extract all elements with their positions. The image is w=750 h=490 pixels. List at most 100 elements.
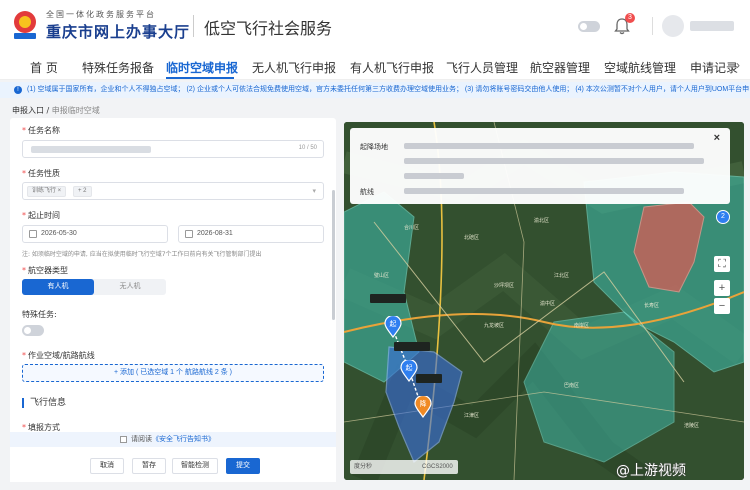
nav-scroll-right-icon[interactable]: › <box>736 58 740 72</box>
flight-info-section-title: 飞行信息 <box>22 398 66 408</box>
agreement-checkbox[interactable] <box>120 436 127 443</box>
place-label: 南岸区 <box>574 323 590 329</box>
popup-airport-value-redacted <box>404 158 704 164</box>
place-label: 长寿区 <box>644 303 660 309</box>
aircraft-type-uav[interactable]: 无人机 <box>94 279 166 295</box>
header: 全国一体化政务服务平台 重庆市网上办事大厅 低空飞行社会服务 3 <box>0 0 750 52</box>
place-label: 巴南区 <box>564 383 580 389</box>
theme-toggle[interactable] <box>578 21 600 32</box>
chevron-down-icon: ▾ <box>312 188 316 195</box>
submit-button[interactable]: 提交 <box>226 458 260 474</box>
header-separator <box>652 17 653 35</box>
close-icon[interactable]: × <box>714 132 720 144</box>
nav-special-task[interactable]: 特殊任务报备 <box>82 59 154 76</box>
end-date-input[interactable]: 2026-08-31 <box>178 225 324 243</box>
task-name-input[interactable]: 10 / 50 <box>22 140 324 158</box>
calendar-icon <box>185 230 193 238</box>
add-airspace-button[interactable]: + 添加 ( 已选空域 1 个 航路航线 2 条 ) <box>22 364 324 382</box>
nav-airspace-route[interactable]: 空域航线管理 <box>604 59 676 76</box>
task-type-select[interactable]: 训练飞行 × + 2 ▾ <box>22 182 324 200</box>
zoom-in-button[interactable]: + <box>714 280 730 296</box>
nav-manned-flight[interactable]: 有人机飞行申报 <box>350 59 434 76</box>
popup-airport-value-redacted <box>404 173 464 179</box>
notice-bar: ! (1) 空域属于国家所有，企业和个人不得独占空域； (2) 企业或个人可依法… <box>0 82 750 98</box>
nav-personnel[interactable]: 飞行人员管理 <box>446 59 518 76</box>
breadcrumb-current: 申报临时空域 <box>51 106 100 115</box>
place-label: 江津区 <box>464 413 480 419</box>
nav-active-indicator <box>166 77 234 79</box>
smart-check-button[interactable]: 智能检测 <box>172 458 218 474</box>
takeoff-pin-label: 起 <box>389 321 397 328</box>
info-icon: ! <box>14 86 22 94</box>
calendar-icon <box>29 230 37 238</box>
logo-subtitle: 全国一体化政务服务平台 <box>46 10 156 19</box>
zoom-out-button[interactable]: − <box>714 298 730 314</box>
nav-temp-airspace[interactable]: 临时空域申报 <box>166 59 238 76</box>
breadcrumb-root[interactable]: 申报入口 <box>12 106 44 115</box>
place-label: 合川区 <box>404 225 420 231</box>
coord-format-select[interactable]: 度分秒 <box>354 460 372 474</box>
period-label: * 起止时间 <box>22 211 60 220</box>
aircraft-type-segmented: 有人机 无人机 <box>22 279 166 295</box>
task-name-label: * 任务名称 <box>22 126 60 135</box>
cluster-badge[interactable]: 2 <box>716 210 730 224</box>
start-date-input[interactable]: 2026-05-30 <box>22 225 168 243</box>
task-type-more-tag: + 2 <box>73 186 92 197</box>
notification-badge: 3 <box>625 13 635 23</box>
special-task-toggle[interactable] <box>22 325 44 336</box>
popup-route-label: 航线 <box>360 188 374 196</box>
nav-uav-flight[interactable]: 无人机飞行申报 <box>252 59 336 76</box>
watermark: @上游视频 <box>616 463 686 479</box>
aircraft-type-manned[interactable]: 有人机 <box>22 279 94 295</box>
form-scrollbar[interactable] <box>332 190 335 320</box>
aircraft-type-label: * 航空器类型 <box>22 266 68 275</box>
period-hint: 注: 如须临时空域的申请, 应当在拟使用临时飞行空域7个工作日前向有关飞行管制部… <box>22 251 262 258</box>
fullscreen-icon[interactable]: ⛶ <box>714 256 730 272</box>
agreement-bar: 请阅读《安全飞行告知书》 <box>10 432 336 447</box>
nav-records[interactable]: 申请记录 <box>690 59 738 76</box>
breadcrumb-separator: / <box>44 106 52 115</box>
takeoff-pin-label: 起 <box>405 365 413 372</box>
special-task-label: 特殊任务: <box>22 310 57 319</box>
agreement-link[interactable]: 《安全飞行告知书》 <box>152 436 215 443</box>
map-info-popup: × 起降场地 航线 <box>350 128 730 204</box>
place-label: 北碚区 <box>464 235 480 241</box>
save-draft-button[interactable]: 暂存 <box>132 458 166 474</box>
logo-title[interactable]: 重庆市网上办事大厅 <box>46 21 190 42</box>
landing-pin-label: 降 <box>419 401 427 408</box>
redacted-label <box>416 374 442 383</box>
agreement-text: 请阅读《安全飞行告知书》 <box>131 436 215 443</box>
place-label: 璧山区 <box>374 273 390 279</box>
task-type-tag[interactable]: 训练飞行 × <box>27 186 67 197</box>
form-panel: * 任务名称 10 / 50 * 任务性质 训练飞行 × + 2 ▾ * 起止时间 2… <box>10 118 336 482</box>
place-label: 渝中区 <box>540 301 556 307</box>
user-name-redacted[interactable] <box>690 21 734 31</box>
task-name-counter: 10 / 50 <box>298 145 317 151</box>
place-label: 九龙坡区 <box>484 323 505 329</box>
place-label: 江北区 <box>554 273 570 279</box>
task-name-value-redacted <box>31 146 151 153</box>
nav-aircraft[interactable]: 航空器管理 <box>530 59 590 76</box>
map-scale-bar: 度分秒 CGCS2000 <box>350 460 458 474</box>
main-nav: 首 页 特殊任务报备 临时空域申报 无人机飞行申报 有人机飞行申报 飞行人员管理… <box>0 52 750 80</box>
task-type-label: * 任务性质 <box>22 169 60 178</box>
emblem-icon <box>14 11 36 39</box>
redacted-label <box>394 342 430 351</box>
app-title: 低空飞行社会服务 <box>204 19 333 38</box>
popup-airport-value-redacted <box>404 143 694 149</box>
breadcrumb: 申报入口 / 申报临时空域 <box>12 105 100 116</box>
place-label: 沙坪坝区 <box>494 283 515 289</box>
place-label: 渝北区 <box>534 218 550 224</box>
cancel-button[interactable]: 取消 <box>90 458 124 474</box>
popup-airport-label: 起降场地 <box>360 143 388 151</box>
nav-home[interactable]: 首 页 <box>30 59 58 76</box>
airspace-label: * 作业空域/航路航线 <box>22 351 95 360</box>
place-label: 涪陵区 <box>684 423 700 429</box>
map-view[interactable]: 合川区 北碚区 渝北区 沙坪坝区 江北区 渝中区 九龙坡区 南岸区 巴南区 璧山… <box>344 122 744 480</box>
notice-text: (1) 空域属于国家所有，企业和个人不得独占空域； (2) 企业或个人可依法合规… <box>27 86 750 93</box>
popup-route-value-redacted <box>404 188 684 194</box>
action-bar: 取消 暂存 智能检测 提交 <box>10 452 336 482</box>
page: 全国一体化政务服务平台 重庆市网上办事大厅 低空飞行社会服务 3 首 页 特殊任… <box>0 0 750 490</box>
crs-label: CGCS2000 <box>422 464 453 470</box>
avatar[interactable] <box>662 15 684 37</box>
